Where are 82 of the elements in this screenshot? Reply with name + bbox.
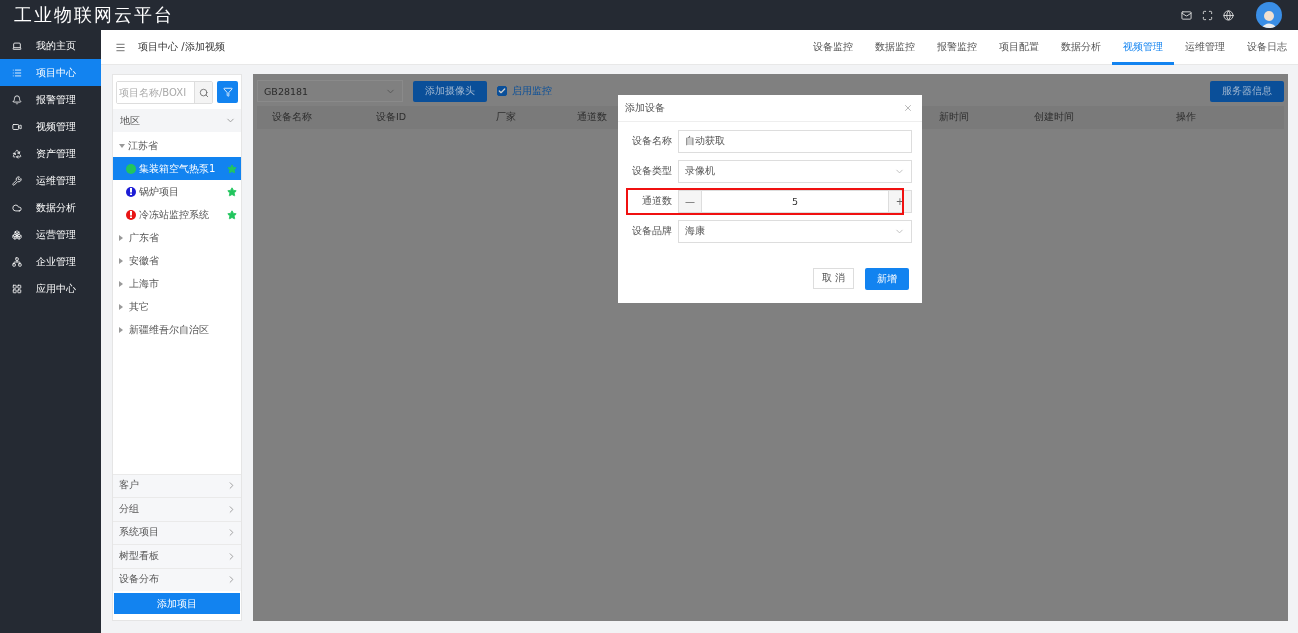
list-icon: [12, 67, 22, 78]
group-item[interactable]: 树型看板: [113, 544, 241, 568]
sitemap-icon: [12, 256, 22, 267]
tree-item[interactable]: 锅炉项目: [113, 180, 241, 203]
cancel-button[interactable]: 取 消: [813, 268, 854, 289]
tree-item[interactable]: 冷冻站监控系统: [113, 203, 241, 226]
fullscreen-icon[interactable]: [1202, 9, 1213, 21]
field-label: 通道数: [641, 195, 672, 208]
breadcrumb: 项目中心 /添加视频: [138, 40, 226, 54]
tab[interactable]: 视频管理: [1112, 29, 1174, 65]
text-field[interactable]: 自动获取: [678, 130, 912, 153]
laptop-icon: [12, 40, 22, 51]
tab[interactable]: 设备日志: [1236, 29, 1298, 65]
globe-icon[interactable]: [1223, 9, 1234, 21]
column-header: 设备名称: [271, 111, 313, 124]
group-item[interactable]: 设备分布: [113, 567, 241, 591]
search-field[interactable]: 项目名称/BOXI: [116, 81, 213, 104]
checkbox[interactable]: [497, 86, 507, 96]
app-title: 工业物联网云平台: [14, 3, 175, 27]
star-icon[interactable]: [227, 186, 237, 197]
cloud-icon: [12, 202, 22, 213]
field-label: 设备类型: [631, 165, 672, 178]
avatar[interactable]: [1256, 2, 1282, 28]
confirm-button[interactable]: 新增: [865, 268, 909, 290]
tree-item[interactable]: 其它: [113, 295, 241, 318]
menu-icon[interactable]: [115, 41, 126, 53]
add-project-button[interactable]: 添加项目: [114, 593, 240, 614]
wrench-icon: [12, 175, 22, 186]
mail-icon[interactable]: [1181, 9, 1192, 21]
field-label: 设备名称: [631, 135, 672, 148]
tab[interactable]: 项目配置: [988, 29, 1050, 65]
sidebar-item[interactable]: 企业管理: [0, 248, 101, 275]
sidebar-item[interactable]: 报警管理: [0, 86, 101, 113]
dialog-title: 添加设备: [625, 101, 665, 115]
recycle-icon: [12, 148, 22, 159]
tab[interactable]: 报警监控: [926, 29, 988, 65]
server-info-button[interactable]: 服务器信息: [1210, 80, 1284, 102]
region-header[interactable]: 地区: [113, 109, 241, 132]
tab[interactable]: 运维管理: [1174, 29, 1236, 65]
group-item[interactable]: 客户: [113, 473, 241, 497]
section-title: 地区: [120, 113, 140, 128]
sidebar-item[interactable]: 我的主页: [0, 32, 101, 59]
tree-item[interactable]: 新疆维吾尔自治区: [113, 318, 241, 341]
sidebar-item[interactable]: 应用中心: [0, 275, 101, 302]
tree-item[interactable]: 安徽省: [113, 249, 241, 272]
chevron-right-icon: [226, 503, 237, 515]
star-icon[interactable]: [227, 209, 237, 220]
tree-item[interactable]: 上海市: [113, 272, 241, 295]
add-camera-button[interactable]: 添加摄像头: [413, 80, 487, 102]
column-header: 操作: [1174, 111, 1197, 124]
sidebar-item[interactable]: 资产管理: [0, 140, 101, 167]
tree-item[interactable]: 广东省: [113, 226, 241, 249]
sidebar-item[interactable]: 视频管理: [0, 113, 101, 140]
protocol-select[interactable]: GB28181: [257, 80, 403, 102]
tab[interactable]: 设备监控: [802, 29, 864, 65]
filter-button[interactable]: [217, 81, 238, 103]
column-header: 设备ID: [374, 111, 408, 124]
select-field[interactable]: 录像机: [678, 160, 912, 183]
star-icon[interactable]: [227, 163, 237, 174]
column-header: 厂家: [495, 111, 517, 124]
column-header: 创建时间: [1033, 111, 1075, 124]
close-icon[interactable]: [903, 103, 913, 113]
filter-icon: [222, 87, 233, 97]
bell-icon: [12, 94, 22, 105]
column-header: 通道数: [576, 111, 608, 124]
group-item[interactable]: 分组: [113, 497, 241, 521]
column-header: 新时间: [938, 111, 970, 124]
sidebar-item[interactable]: 项目中心: [0, 59, 101, 86]
video-icon: [12, 121, 22, 132]
sidebar-item[interactable]: 运营管理: [0, 221, 101, 248]
tree-item[interactable]: 集装箱空气热泵1: [113, 157, 241, 180]
sidebar-item[interactable]: 运维管理: [0, 167, 101, 194]
minus-button[interactable]: —: [679, 191, 701, 212]
search-icon[interactable]: [198, 87, 209, 98]
tree-item[interactable]: 江苏省: [113, 134, 241, 157]
tab[interactable]: 数据分析: [1050, 29, 1112, 65]
group-item[interactable]: 系统项目: [113, 520, 241, 544]
checkbox-label: 启用监控: [512, 84, 552, 98]
select-field[interactable]: 海康: [678, 220, 912, 243]
sidebar-item[interactable]: 数据分析: [0, 194, 101, 221]
tab[interactable]: 数据监控: [864, 29, 926, 65]
field-label: 设备品牌: [631, 225, 672, 238]
